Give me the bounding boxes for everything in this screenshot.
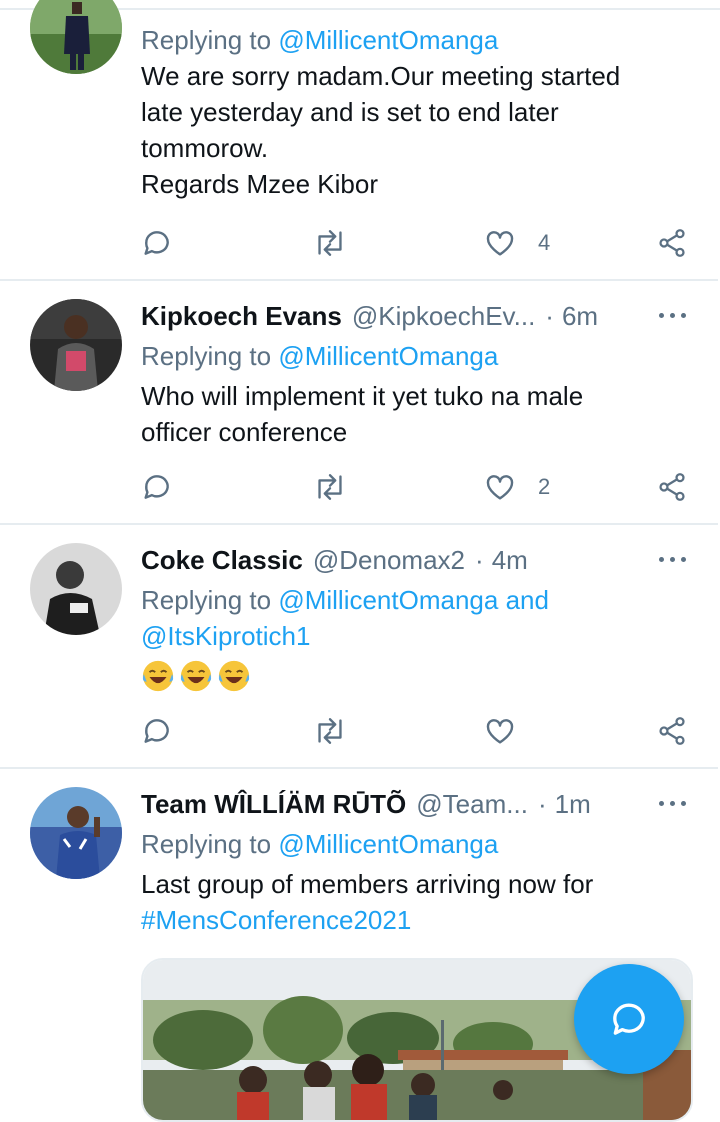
mention-link[interactable]: @ItsKiprotich1	[141, 621, 310, 651]
face-with-tears-of-joy-icon	[142, 661, 174, 692]
user-handle[interactable]: @Denomax2	[313, 542, 465, 578]
tweet-item[interactable]: Replying to @MillicentOmanga We are sorr…	[0, 0, 720, 281]
tweet-item[interactable]: Coke Classic @Denomax2 · 4m Replying to …	[0, 525, 720, 769]
separator-dot: ·	[537, 789, 547, 819]
mention-link[interactable]: @MillicentOmanga	[278, 25, 498, 55]
tweet-text: We are sorry madam.Our meeting started l…	[141, 58, 690, 202]
user-handle[interactable]: @Team...	[416, 786, 528, 822]
tweet-header: Team WÎLLÍÄM RŪTÕ @Team... · 1m	[141, 786, 690, 822]
tweet-text-line: tommorow.	[141, 133, 269, 163]
like-count: 2	[538, 474, 551, 499]
like-button[interactable]	[484, 711, 516, 751]
reply-context: Replying to @MillicentOmanga	[141, 826, 690, 862]
heart-icon	[486, 475, 514, 500]
display-name[interactable]: Team WÎLLÍÄM RŪTÕ	[141, 786, 406, 822]
share-button[interactable]	[656, 711, 688, 751]
reply-icon	[144, 475, 169, 499]
reply-prefix: Replying to	[141, 25, 272, 55]
tweet-text-line: Last group of members arriving now for	[141, 869, 594, 899]
mention-link[interactable]: @MillicentOmanga	[278, 829, 498, 859]
reply-and: and	[505, 585, 549, 615]
share-button[interactable]	[656, 223, 688, 263]
tweet-text-line: We are sorry madam.Our meeting started	[141, 61, 621, 91]
more-options-icon[interactable]	[656, 542, 690, 578]
like-count: 4	[538, 230, 551, 255]
reply-button[interactable]	[141, 467, 173, 507]
mention-link[interactable]: @MillicentOmanga	[278, 341, 498, 371]
reply-prefix: Replying to	[141, 585, 272, 615]
tweet-text-line: Regards Mzee Kibor	[141, 169, 378, 199]
avatar[interactable]	[30, 787, 122, 879]
tweet-text: Last group of members arriving now for #…	[141, 866, 690, 938]
share-icon	[659, 473, 685, 501]
more-options-icon[interactable]	[656, 298, 690, 334]
display-name[interactable]: Kipkoech Evans	[141, 298, 342, 334]
tweet-header: Coke Classic @Denomax2 · 4m	[141, 542, 690, 578]
like-button[interactable]: 4	[484, 223, 550, 263]
tweet-text-line: officer conference	[141, 417, 348, 447]
more-options-icon[interactable]	[656, 786, 690, 822]
retweet-button[interactable]	[313, 711, 347, 751]
compose-tweet-button[interactable]	[574, 964, 684, 1074]
display-name[interactable]: Coke Classic	[141, 542, 303, 578]
reply-prefix: Replying to	[141, 829, 272, 859]
timestamp[interactable]: 1m	[555, 786, 591, 822]
tweet-actions: 4	[0, 223, 720, 263]
face-with-tears-of-joy-icon	[180, 661, 212, 692]
face-with-tears-of-joy-icon	[218, 661, 250, 692]
reply-context: Replying to @MillicentOmanga	[141, 22, 690, 58]
tweet-text: Who will implement it yet tuko na male o…	[141, 378, 690, 450]
heart-icon	[486, 231, 514, 256]
tweet-text	[141, 656, 690, 693]
reply-context: Replying to @MillicentOmanga and @ItsKip…	[141, 582, 690, 654]
reply-icon	[144, 719, 169, 743]
like-button[interactable]: 2	[484, 467, 550, 507]
avatar[interactable]	[30, 543, 122, 635]
share-icon	[659, 717, 685, 745]
retweet-icon	[318, 230, 342, 256]
avatar[interactable]	[30, 299, 122, 391]
retweet-icon	[318, 474, 342, 500]
retweet-icon	[318, 718, 342, 744]
separator-dot: ·	[475, 545, 484, 575]
heart-icon	[486, 719, 514, 744]
retweet-button[interactable]	[313, 223, 347, 263]
retweet-button[interactable]	[313, 467, 347, 507]
reply-button[interactable]	[141, 223, 173, 263]
compose-reply-icon	[613, 1003, 645, 1035]
tweet-text-line: late yesterday and is set to end later	[141, 97, 559, 127]
reply-context: Replying to @MillicentOmanga	[141, 338, 690, 374]
reply-button[interactable]	[141, 711, 173, 751]
hashtag-link[interactable]: #MensConference2021	[141, 902, 690, 938]
share-icon	[659, 229, 685, 257]
mention-link[interactable]: @MillicentOmanga	[278, 585, 498, 615]
reply-icon	[144, 231, 169, 255]
separator-dot: ·	[545, 301, 554, 331]
reply-prefix: Replying to	[141, 341, 272, 371]
tweet-text-line: Who will implement it yet tuko na male	[141, 381, 584, 411]
tweet-actions: 2	[0, 467, 720, 507]
user-handle[interactable]: @KipkoechEv...	[352, 298, 535, 334]
share-button[interactable]	[656, 467, 688, 507]
timestamp[interactable]: 4m	[492, 542, 528, 578]
tweet-item[interactable]: Kipkoech Evans @KipkoechEv... · 6m Reply…	[0, 281, 720, 525]
tweet-header: Kipkoech Evans @KipkoechEv... · 6m	[141, 298, 690, 334]
tweet-actions	[0, 711, 720, 751]
timestamp[interactable]: 6m	[562, 298, 598, 334]
avatar[interactable]	[30, 0, 122, 74]
